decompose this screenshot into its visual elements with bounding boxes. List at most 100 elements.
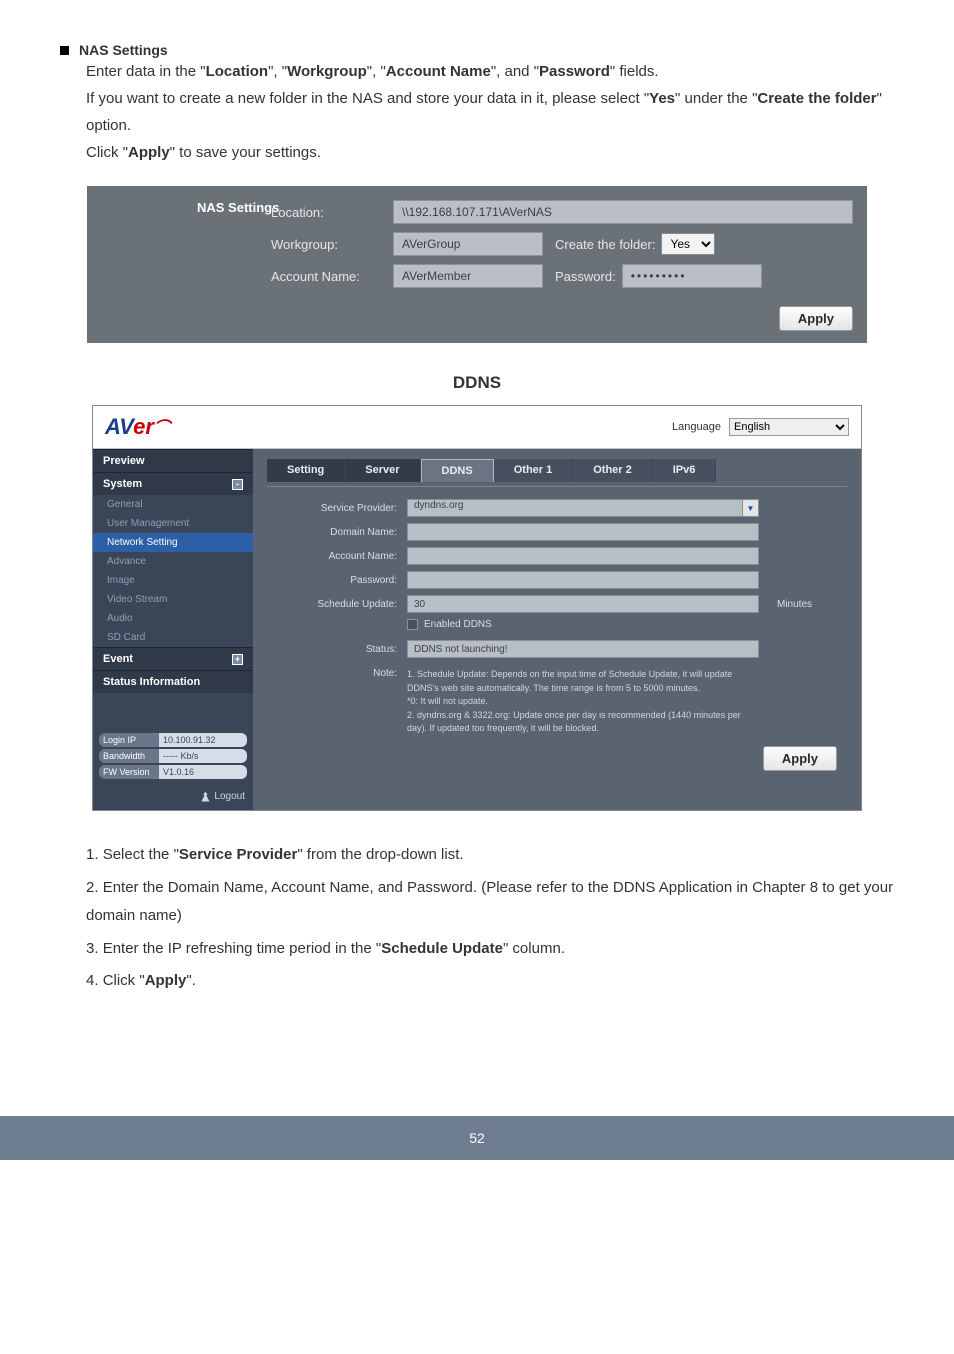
ddns-section-title: DDNS [60,373,894,393]
step-2: 2. Enter the Domain Name, Account Name, … [86,874,894,931]
nas-heading: NAS Settings [79,42,168,58]
text: option. [86,117,131,134]
step-1: 1. Select the "Service Provider" from th… [86,841,894,870]
sidebar-item-advance[interactable]: Advance [93,552,253,571]
tab-ipv6[interactable]: IPv6 [653,459,717,482]
password-label-ddns: Password: [277,575,397,586]
main-panel: Setting Server DDNS Other 1 Other 2 IPv6… [253,449,861,810]
aver-logo: AVer⌒ [105,414,170,440]
schedule-update-label: Schedule Update: [277,599,397,610]
intro-apply-line: Click "Apply" to save your settings. [86,139,894,166]
page-number: 52 [0,1116,954,1160]
text: Enter data in the [86,63,200,80]
domain-name-input[interactable] [407,523,759,541]
info-fw-label: FW Version [99,765,159,779]
ddns-apply-button[interactable]: Apply [763,746,837,771]
text: , [273,63,281,80]
info-fw-value: V1.0.16 [159,765,247,779]
note-text: 1. Schedule Update: Depends on the input… [407,668,759,736]
password-input-ddns[interactable] [407,571,759,589]
info-bandwidth-label: Bandwidth [99,749,159,763]
sidebar: Preview System- General User Management … [93,449,253,810]
expand-icon[interactable]: + [232,654,243,665]
sidebar-item-network-setting[interactable]: Network Setting [93,533,253,552]
workgroup-label: Workgroup: [271,237,381,252]
chevron-down-icon[interactable]: ▼ [743,499,759,517]
schedule-update-input[interactable] [407,595,759,613]
sidebar-item-video-stream[interactable]: Video Stream [93,590,253,609]
info-bandwidth-value: ----- Kb/s [159,749,247,763]
tab-server[interactable]: Server [345,459,420,482]
ddns-screenshot: AVer⌒ Language English Preview System- G… [92,405,862,811]
text: fields. [615,63,658,80]
domain-name-label: Domain Name: [277,527,397,538]
sidebar-system-head[interactable]: System - [93,472,253,495]
quoted-location: Location [206,63,269,80]
enabled-ddns-checkbox[interactable] [407,619,418,630]
logout-label: Logout [214,791,245,802]
logo-er: er [133,414,154,439]
sidebar-item-user-management[interactable]: User Management [93,514,253,533]
text: column. [508,940,565,957]
text: Select the [103,846,174,863]
location-input[interactable] [393,200,853,224]
logo-swoosh-icon: ⌒ [154,420,170,437]
note-label: Note: [277,668,397,679]
account-name-input-ddns[interactable] [407,547,759,565]
intro-line1: Enter data in the "Location", "Workgroup… [86,58,894,85]
step-4: 4. Click "Apply". [86,967,894,996]
enabled-ddns-label: Enabled DDNS [424,619,492,630]
sidebar-status-head[interactable]: Status Information [93,670,253,693]
quoted-schedule-update: Schedule Update [381,940,503,957]
sidebar-item-sd-card[interactable]: SD Card [93,628,253,647]
sidebar-event-head[interactable]: Event + [93,647,253,670]
text: If you want to create a new folder in th… [86,90,644,107]
text: Click [86,144,123,161]
tab-setting[interactable]: Setting [267,459,345,482]
text: Enter the Domain Name, Account Name, and… [86,879,893,925]
sidebar-item-audio[interactable]: Audio [93,609,253,628]
service-provider-select[interactable]: dyndns.org [407,499,743,517]
nas-panel-title: NAS Settings [197,200,279,215]
account-name-label: Account Name: [271,269,381,284]
sidebar-system-label: System [103,478,142,490]
sidebar-status-label: Status Information [103,676,200,688]
text: to save your settings. [175,144,321,161]
account-name-input[interactable] [393,264,543,288]
language-select[interactable]: English [729,418,849,436]
quoted-yes: Yes [649,90,675,107]
schedule-update-unit: Minutes [777,599,837,610]
text: . [192,972,196,989]
collapse-icon[interactable]: - [232,479,243,490]
logout-link[interactable]: Logout [93,787,253,810]
password-input[interactable] [622,264,762,288]
sidebar-event-label: Event [103,653,133,665]
step-3: 3. Enter the IP refreshing time period i… [86,935,894,964]
quoted-workgroup: Workgroup [287,63,367,80]
quoted-service-provider: Service Provider [179,846,297,863]
sidebar-item-image[interactable]: Image [93,571,253,590]
location-label: Location: [271,205,381,220]
intro-line2: If you want to create a new folder in th… [86,85,894,139]
sidebar-item-general[interactable]: General [93,495,253,514]
quoted-apply: Apply [128,144,170,161]
sidebar-preview-head[interactable]: Preview [93,449,253,472]
nas-apply-button[interactable]: Apply [779,306,853,331]
quoted-account: Account Name [386,63,491,80]
tab-ddns[interactable]: DDNS [421,459,494,482]
text: , [372,63,380,80]
workgroup-input[interactable] [393,232,543,256]
text: Enter the IP refreshing time period in t… [103,940,376,957]
text: Click [103,972,140,989]
status-label: Status: [277,644,397,655]
text: , and [496,63,534,80]
service-provider-label: Service Provider: [277,503,397,514]
create-folder-select[interactable]: Yes [661,233,715,255]
info-row-bandwidth: Bandwidth----- Kb/s [99,749,247,763]
tab-other-1[interactable]: Other 1 [494,459,574,482]
quoted-password: Password [539,63,610,80]
quoted-apply-2: Apply [145,972,187,989]
tab-other-2[interactable]: Other 2 [573,459,653,482]
status-value [407,640,759,658]
info-row-fw-version: FW VersionV1.0.16 [99,765,247,779]
